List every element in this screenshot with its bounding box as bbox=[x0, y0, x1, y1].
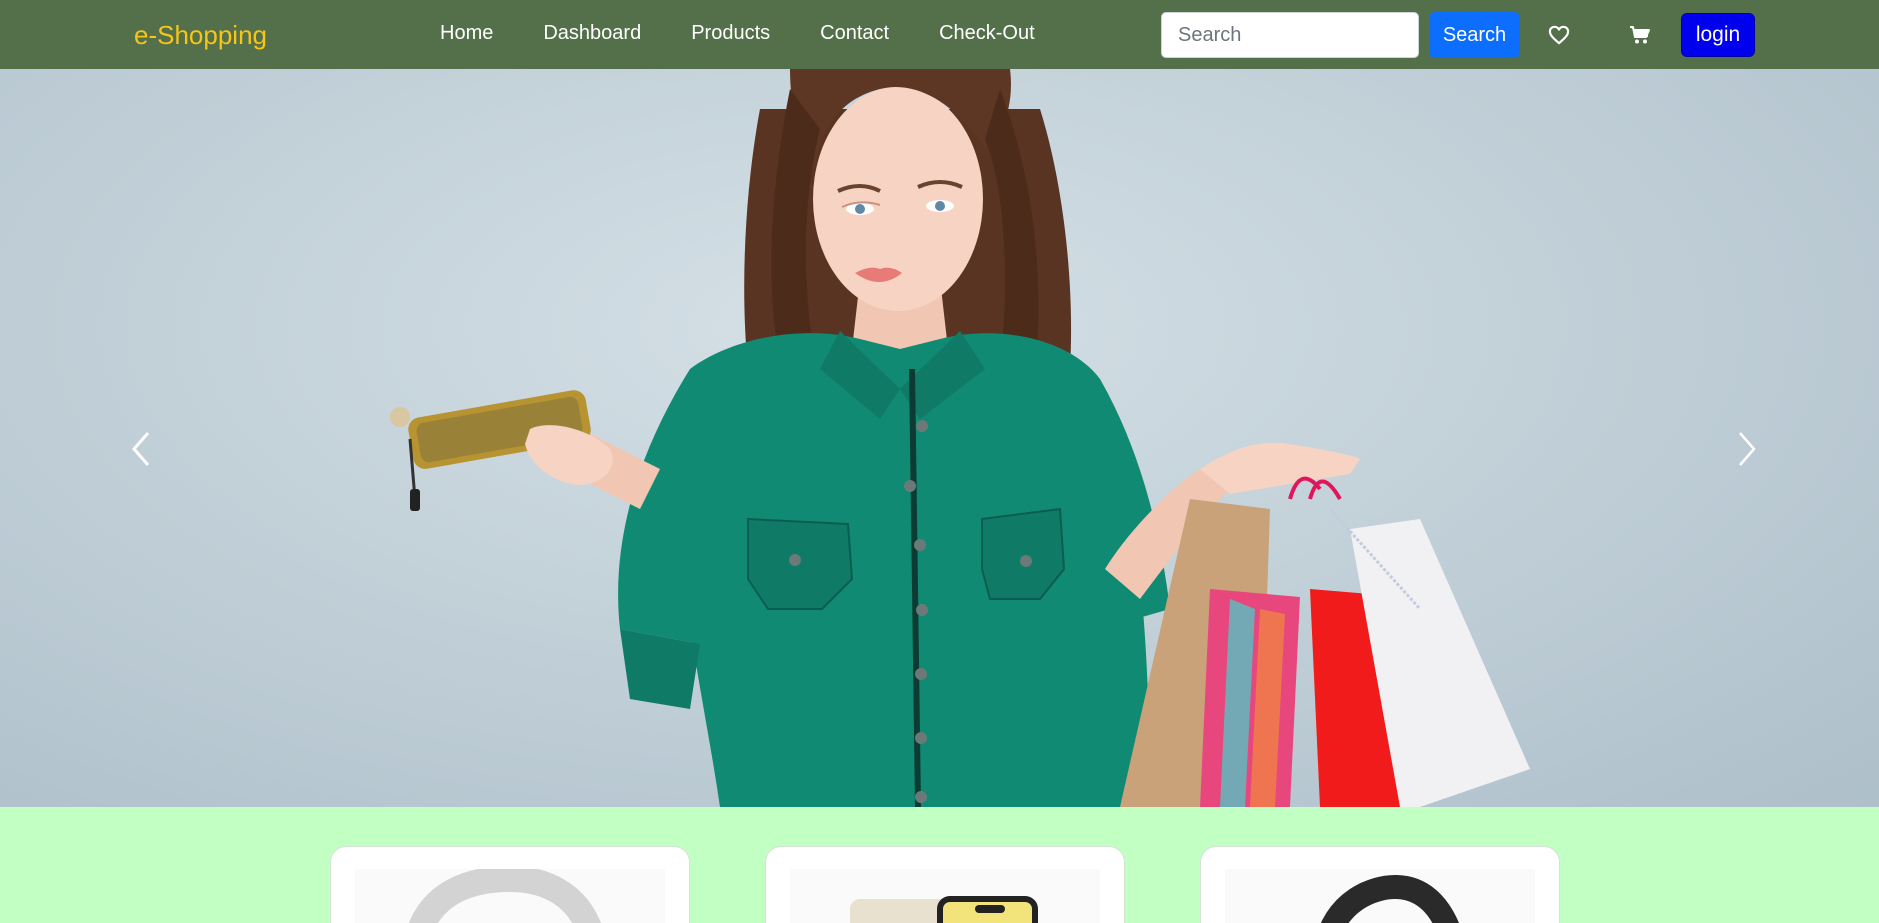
product-image-smartphone bbox=[790, 869, 1100, 923]
nav-link-home[interactable]: Home bbox=[440, 22, 493, 45]
search-input[interactable] bbox=[1161, 12, 1419, 58]
heart-icon[interactable] bbox=[1546, 22, 1572, 48]
navbar: e-Shopping Home Dashboard Products Conta… bbox=[0, 0, 1879, 69]
carousel-prev-button[interactable] bbox=[121, 419, 161, 479]
cart-icon[interactable] bbox=[1627, 22, 1653, 48]
nav-link-checkout[interactable]: Check-Out bbox=[939, 22, 1035, 45]
product-image-smartwatch bbox=[1225, 869, 1535, 923]
product-image-headphones bbox=[355, 865, 665, 923]
search-button[interactable]: Search bbox=[1429, 12, 1520, 58]
chevron-right-icon bbox=[1739, 432, 1756, 466]
nav-link-dashboard[interactable]: Dashboard bbox=[543, 22, 641, 45]
nav-link-contact[interactable]: Contact bbox=[820, 22, 889, 45]
hero-image bbox=[390, 69, 1530, 807]
product-card[interactable] bbox=[330, 846, 690, 923]
login-button[interactable]: login bbox=[1681, 13, 1755, 57]
carousel-next-button[interactable] bbox=[1727, 419, 1767, 479]
products-section bbox=[0, 807, 1879, 923]
nav-link-products[interactable]: Products bbox=[691, 22, 770, 45]
nav-links: Home Dashboard Products Contact Check-Ou… bbox=[440, 22, 1085, 45]
product-card[interactable] bbox=[765, 846, 1125, 923]
product-card[interactable] bbox=[1200, 846, 1560, 923]
brand-logo[interactable]: e-Shopping bbox=[134, 20, 267, 51]
chevron-left-icon bbox=[132, 432, 150, 466]
hero-carousel bbox=[0, 69, 1879, 807]
